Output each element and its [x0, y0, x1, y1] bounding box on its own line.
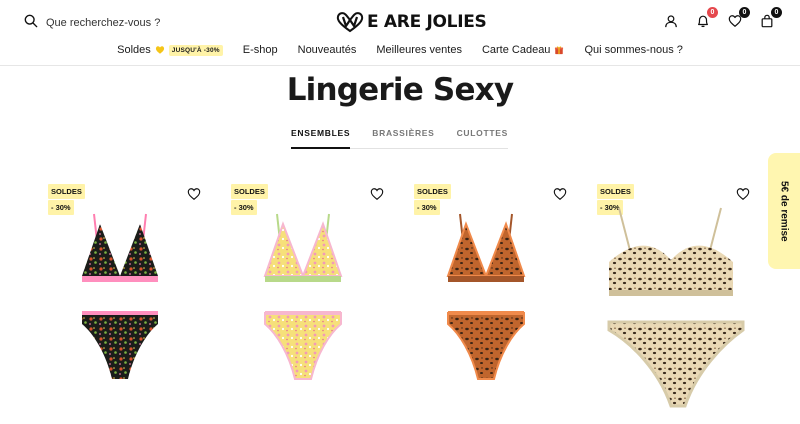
- notifications-button[interactable]: 0: [694, 7, 718, 30]
- nav-label: Nouveautés: [297, 44, 357, 56]
- nav-item-qui-sommes-nous[interactable]: Qui sommes-nous ?: [584, 42, 682, 58]
- account-button[interactable]: [662, 12, 680, 30]
- product-image-lingerie-set[interactable]: [414, 206, 579, 416]
- product-card[interactable]: SOLDES - 30%: [231, 180, 396, 424]
- gift-icon: [555, 46, 564, 55]
- nav-item-nouveautes[interactable]: Nouveautés: [298, 42, 357, 58]
- nav-item-carte-cadeau[interactable]: Carte Cadeau: [482, 42, 565, 58]
- search-input[interactable]: [46, 17, 226, 29]
- wishlist-badge: 0: [739, 7, 750, 18]
- tab-ensembles[interactable]: ENSEMBLES: [291, 127, 351, 149]
- product-card[interactable]: SOLDES - 30%: [48, 180, 213, 424]
- logo-text: E ARE JOLIES: [367, 12, 487, 32]
- header-actions: 0 0 0: [662, 7, 782, 30]
- wishlist-heart-icon[interactable]: [553, 187, 567, 201]
- main-nav: Soldes JUSQU'À -30% E-shop Nouveautés Me…: [0, 42, 800, 58]
- product-card[interactable]: SOLDES - 30%: [414, 180, 579, 424]
- nav-label: E-shop: [242, 44, 278, 56]
- discount-promo-tab[interactable]: 5€ de remise: [768, 153, 800, 269]
- nav-label: Soldes: [117, 44, 151, 56]
- page-title: Lingerie Sexy: [286, 72, 514, 108]
- search-icon[interactable]: [24, 14, 38, 33]
- category-tabs: ENSEMBLES BRASSIÈRES CULOTTES: [291, 127, 508, 149]
- product-image-lingerie-set[interactable]: [48, 206, 213, 416]
- product-image-lingerie-set[interactable]: [597, 206, 762, 416]
- sale-tag: SOLDES: [231, 184, 268, 199]
- site-header: E ARE JOLIES 0 0 0 Soldes JUSQU'À -30% E…: [0, 0, 800, 66]
- sale-tag: SOLDES: [48, 184, 85, 199]
- cart-button[interactable]: 0: [758, 7, 782, 30]
- promo-label: 5€ de remise: [778, 180, 790, 242]
- tab-brassieres[interactable]: BRASSIÈRES: [372, 127, 434, 148]
- product-image-lingerie-set[interactable]: [231, 206, 396, 416]
- nav-item-meilleures-ventes[interactable]: Meilleures ventes: [376, 42, 462, 58]
- nav-item-soldes[interactable]: Soldes JUSQU'À -30%: [117, 42, 223, 58]
- site-logo[interactable]: E ARE JOLIES: [336, 10, 487, 34]
- product-card[interactable]: SOLDES - 30%: [597, 180, 762, 424]
- search-bar[interactable]: [24, 14, 226, 32]
- yellow-heart-icon: [155, 46, 164, 54]
- sale-pill: JUSQU'À -30%: [168, 44, 223, 56]
- wishlist-button[interactable]: 0: [726, 7, 750, 30]
- nav-label: Qui sommes-nous ?: [584, 44, 683, 56]
- product-grid: SOLDES - 30% SOLDES - 30% SOLDES - 30% S…: [0, 180, 800, 424]
- wishlist-heart-icon[interactable]: [736, 187, 750, 201]
- nav-label: Meilleures ventes: [376, 44, 462, 56]
- nav-label: Carte Cadeau: [481, 44, 551, 56]
- nav-item-eshop[interactable]: E-shop: [243, 42, 278, 58]
- tab-culottes[interactable]: CULOTTES: [457, 127, 508, 148]
- user-icon: [665, 15, 677, 28]
- notifications-badge: 0: [707, 7, 718, 18]
- sale-tag: SOLDES: [597, 184, 634, 199]
- heart-w-logo-icon: [336, 12, 364, 33]
- cart-badge: 0: [771, 7, 782, 18]
- wishlist-heart-icon[interactable]: [187, 187, 201, 201]
- sale-tag: SOLDES: [414, 184, 451, 199]
- wishlist-heart-icon[interactable]: [370, 187, 384, 201]
